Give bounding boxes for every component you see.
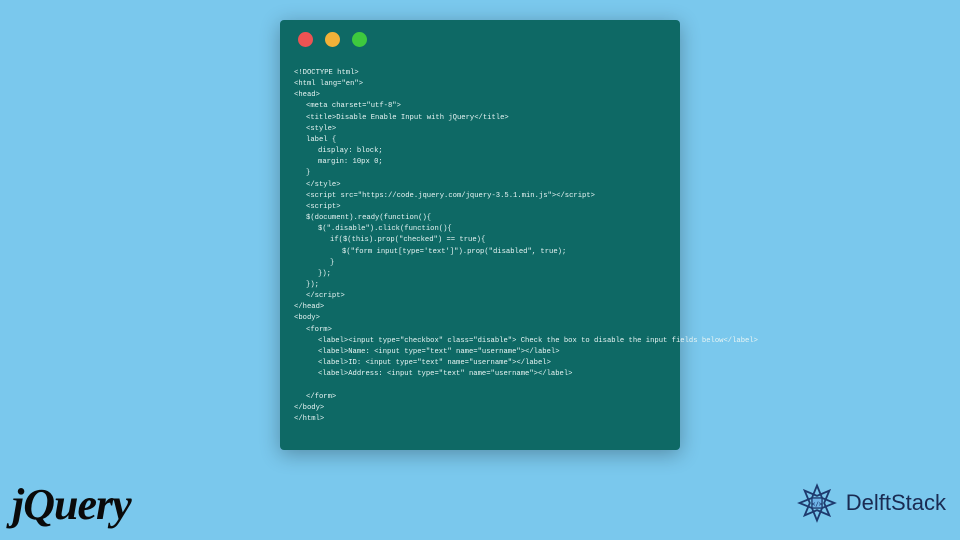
code-line: <body>	[294, 313, 666, 324]
code-line: }	[294, 258, 666, 269]
code-line: <html lang="en">	[294, 79, 666, 90]
code-line: <label>Name: <input type="text" name="us…	[294, 347, 666, 358]
code-line: <style>	[294, 124, 666, 135]
jquery-logo: jQuery	[12, 479, 131, 530]
window-titlebar	[280, 20, 680, 58]
code-line: display: block;	[294, 146, 666, 157]
code-line: label {	[294, 135, 666, 146]
code-line: <title>Disable Enable Input with jQuery<…	[294, 113, 666, 124]
code-line: <label><input type="checkbox" class="dis…	[294, 336, 666, 347]
code-line: });	[294, 280, 666, 291]
code-line: <label>ID: <input type="text" name="user…	[294, 358, 666, 369]
code-line: $(document).ready(function(){	[294, 213, 666, 224]
delftstack-text: DelftStack	[846, 490, 946, 516]
close-icon[interactable]	[298, 32, 313, 47]
minimize-icon[interactable]	[325, 32, 340, 47]
code-line: </html>	[294, 414, 666, 425]
delftstack-icon: </>	[794, 480, 840, 526]
code-line: </head>	[294, 302, 666, 313]
code-body: <!DOCTYPE html><html lang="en"><head><me…	[280, 58, 680, 439]
delftstack-logo: </> DelftStack	[794, 480, 946, 526]
code-line: margin: 10px 0;	[294, 157, 666, 168]
code-line: </style>	[294, 180, 666, 191]
code-line: });	[294, 269, 666, 280]
code-line: <head>	[294, 90, 666, 101]
code-line: <form>	[294, 325, 666, 336]
code-line: <script src="https://code.jquery.com/jqu…	[294, 191, 666, 202]
code-line: $("form input[type='text']").prop("disab…	[294, 247, 666, 258]
code-line: </body>	[294, 403, 666, 414]
code-line: $(".disable").click(function(){	[294, 224, 666, 235]
code-line: if($(this).prop("checked") == true){	[294, 235, 666, 246]
code-window: <!DOCTYPE html><html lang="en"><head><me…	[280, 20, 680, 450]
code-line	[294, 380, 666, 391]
code-line: <label>Address: <input type="text" name=…	[294, 369, 666, 380]
code-line: <meta charset="utf-8">	[294, 101, 666, 112]
code-line: <script>	[294, 202, 666, 213]
code-line: </form>	[294, 392, 666, 403]
code-line: <!DOCTYPE html>	[294, 68, 666, 79]
svg-text:</>: </>	[811, 501, 822, 508]
maximize-icon[interactable]	[352, 32, 367, 47]
code-line: </script>	[294, 291, 666, 302]
code-line: }	[294, 168, 666, 179]
